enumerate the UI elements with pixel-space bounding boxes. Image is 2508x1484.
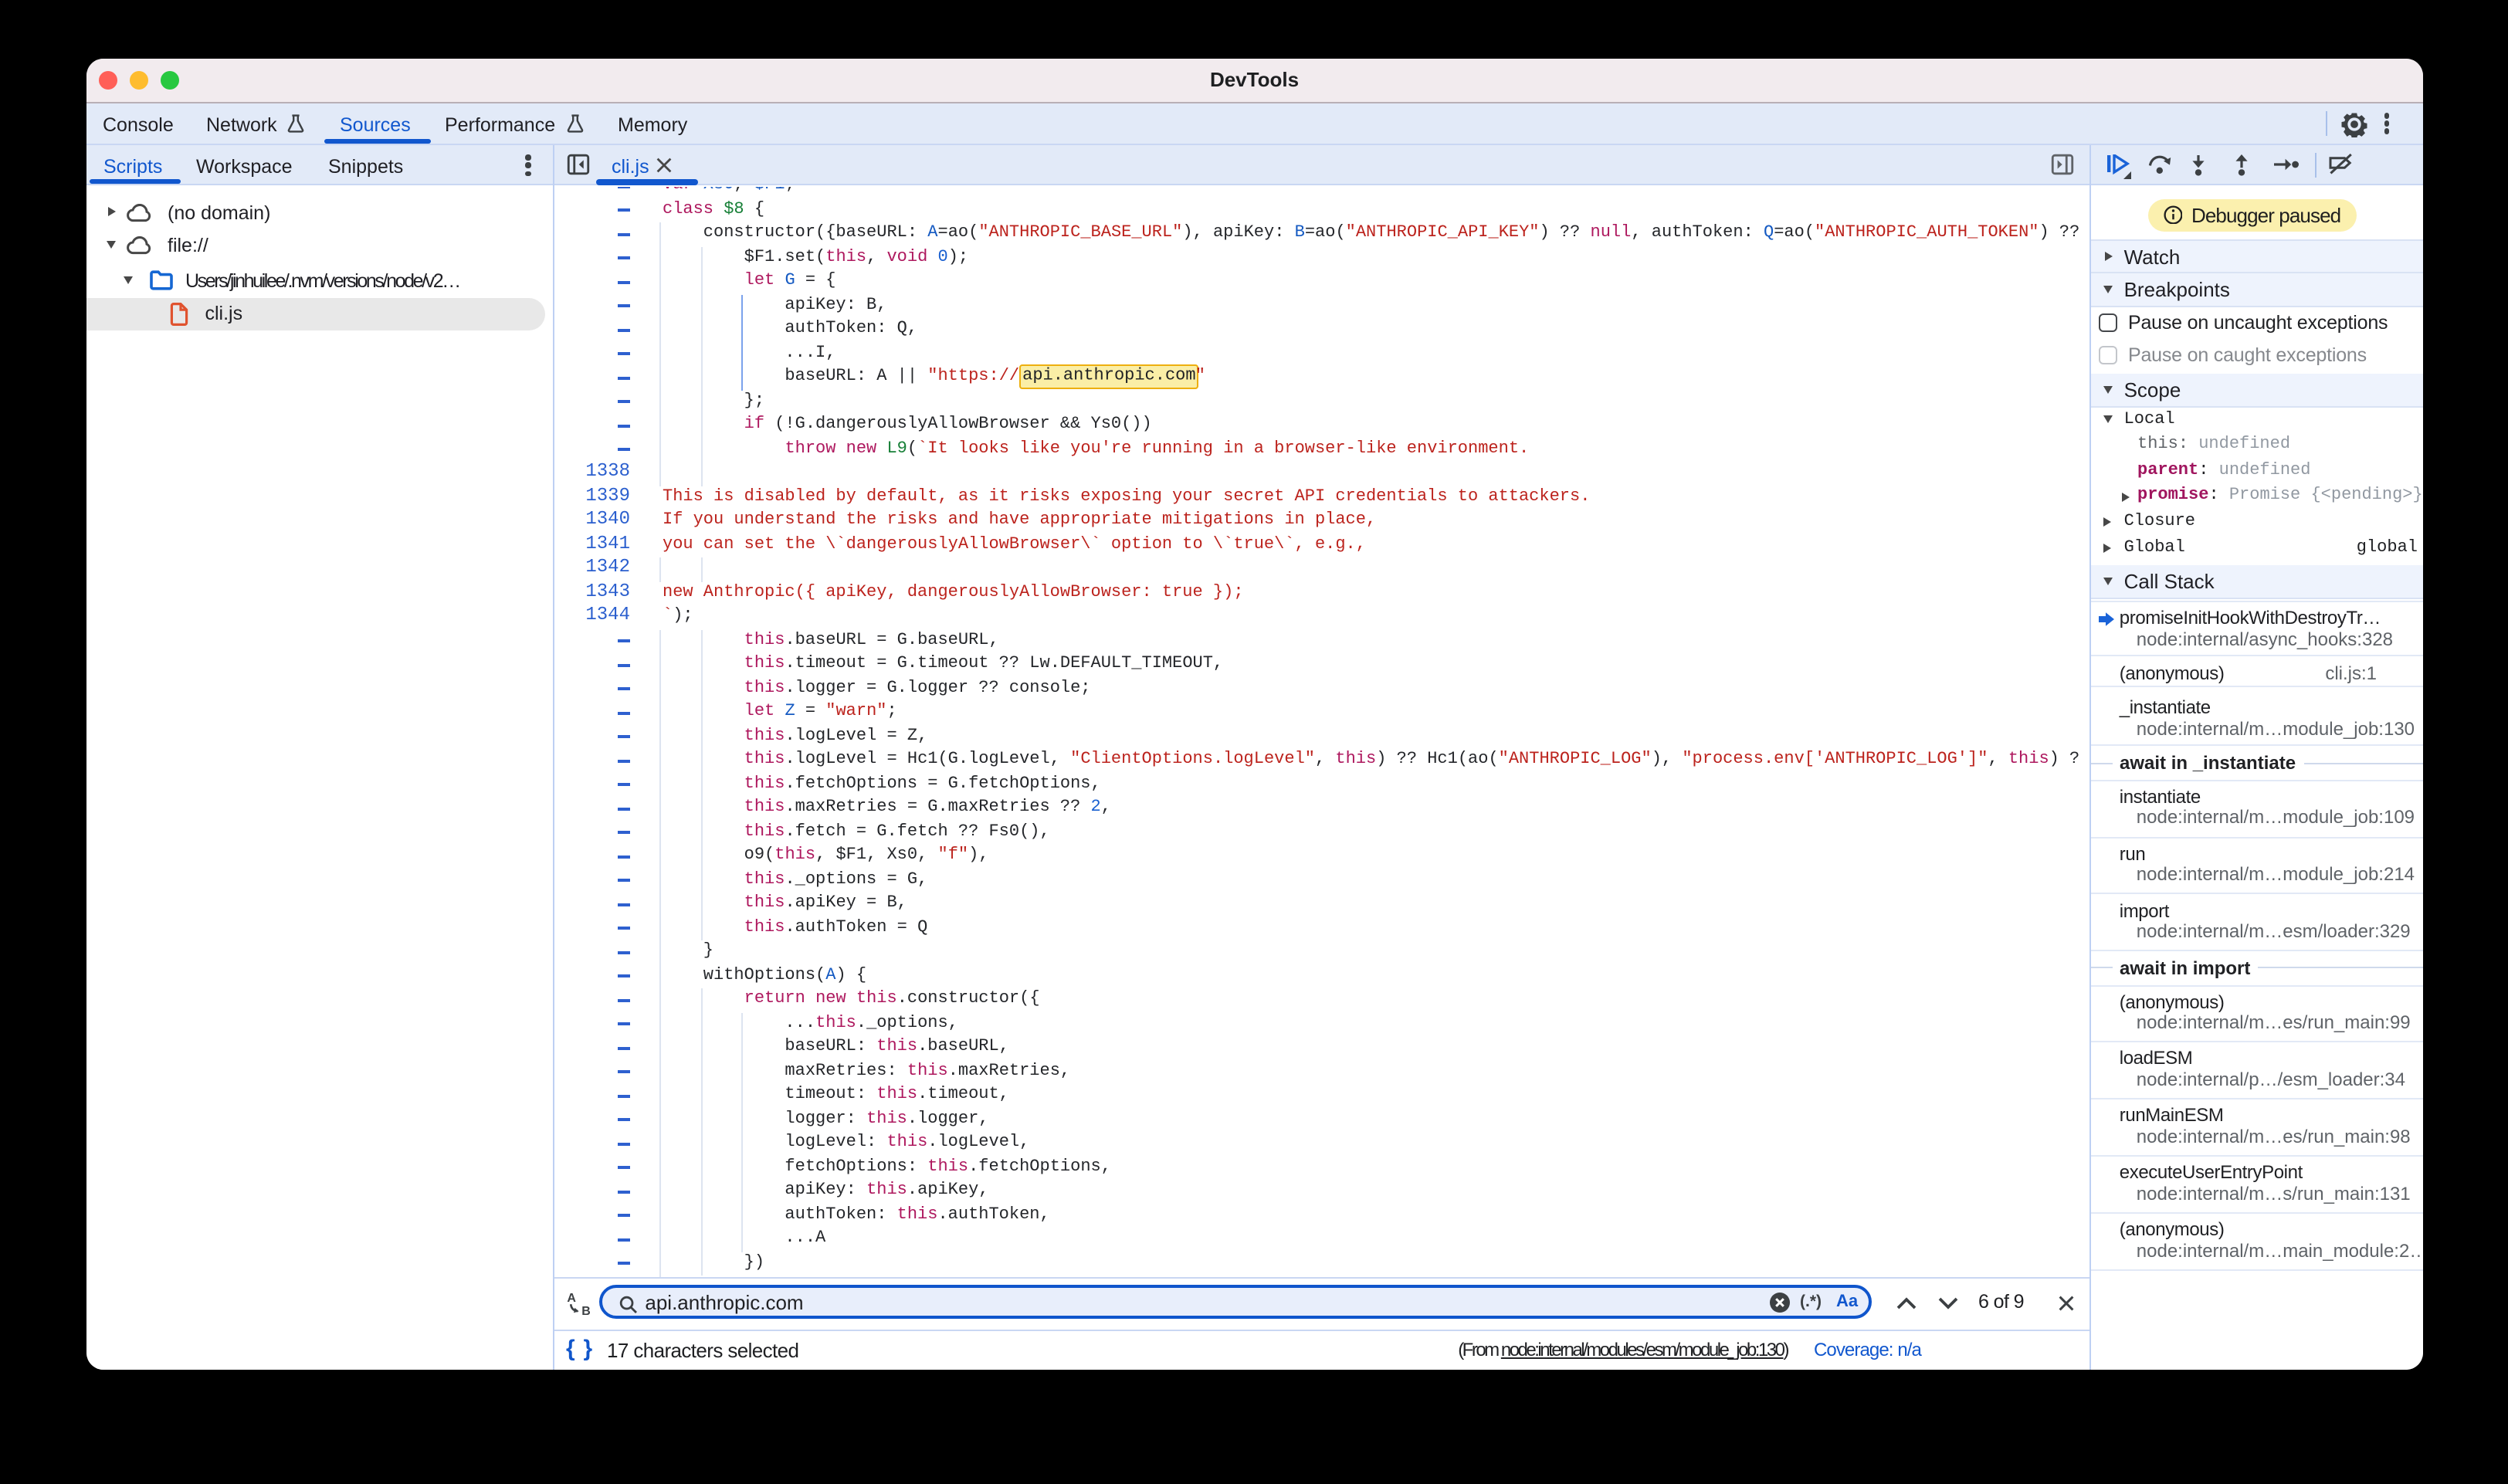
svg-text:A: A <box>566 1293 575 1306</box>
svg-text:B: B <box>581 1305 589 1316</box>
